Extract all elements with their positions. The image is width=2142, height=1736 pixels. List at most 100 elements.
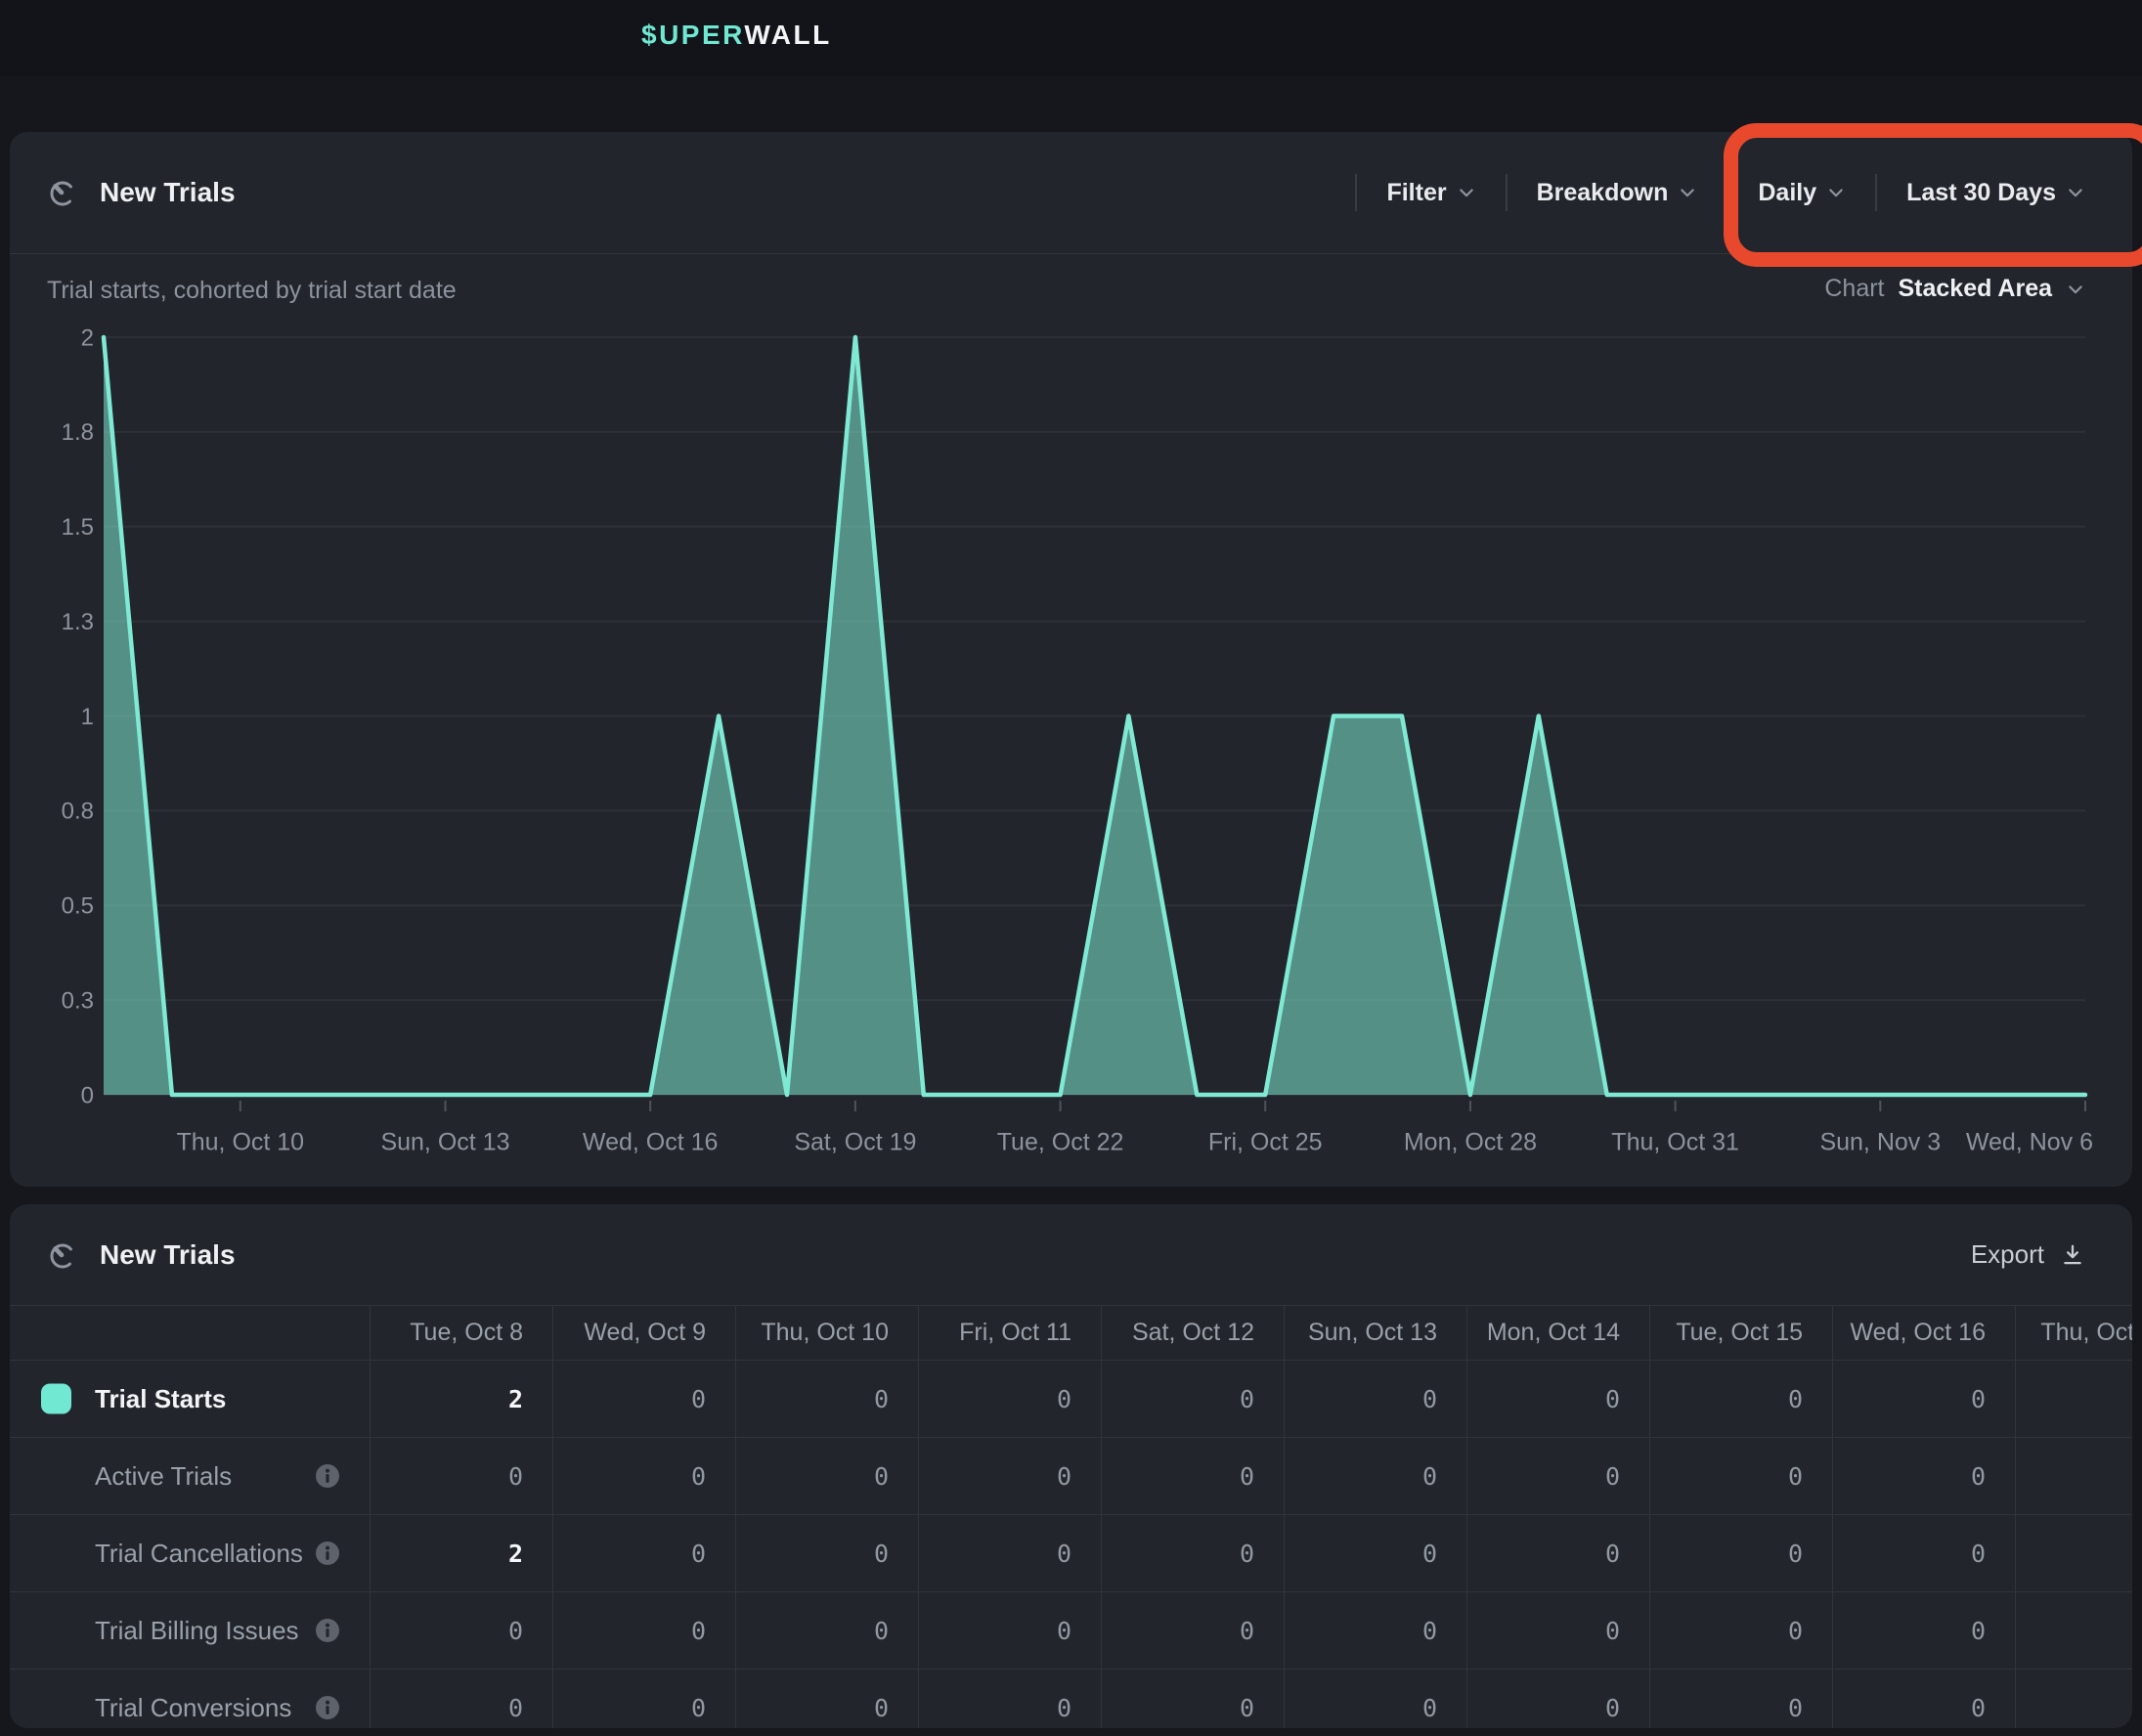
y-axis-tick-label: 0	[81, 1082, 94, 1108]
chevron-down-icon	[2066, 183, 2085, 202]
table-header-cell: Thu, Oct 17	[2016, 1306, 2132, 1360]
table-row: Trial Billing Issues000000000	[10, 1591, 2132, 1669]
new-trials-table: Tue, Oct 8Wed, Oct 9Thu, Oct 10Fri, Oct …	[10, 1305, 2132, 1728]
table-row: Trial Cancellations200000000	[10, 1514, 2132, 1591]
x-axis-tick-label: Wed, Nov 6	[1966, 1129, 2093, 1156]
toolbar-divider	[1506, 174, 1508, 211]
table-cell: 0	[736, 1515, 919, 1591]
table-header-row: Tue, Oct 8Wed, Oct 9Thu, Oct 10Fri, Oct …	[10, 1305, 2132, 1360]
table-cell: 0	[1650, 1670, 1833, 1728]
date-range-button-label: Last 30 Days	[1906, 179, 2056, 207]
breakdown-button-label: Breakdown	[1537, 179, 1669, 207]
table-cell: 0	[553, 1592, 736, 1669]
table-cell: 0	[736, 1592, 919, 1669]
export-button[interactable]: Export	[1971, 1239, 2132, 1270]
table-cell: 0	[1285, 1361, 1467, 1437]
table-cell: 0	[1650, 1592, 1833, 1669]
brand-logo-secondary: WALL	[744, 20, 831, 50]
x-axis-tick-label: Mon, Oct 28	[1404, 1129, 1537, 1156]
chart-card-title: New Trials	[100, 177, 236, 208]
breakdown-button[interactable]: Breakdown	[1537, 179, 1698, 207]
table-cell: 0	[919, 1670, 1102, 1728]
table-cell	[2016, 1670, 2132, 1728]
table-header-cell: Wed, Oct 16	[1833, 1306, 2016, 1360]
table-cell: 0	[919, 1515, 1102, 1591]
x-axis-tick-label: Tue, Oct 22	[997, 1129, 1124, 1156]
table-header-cell: Tue, Oct 8	[371, 1306, 553, 1360]
info-icon[interactable]	[315, 1618, 340, 1643]
row-label-cell: Trial Billing Issues	[10, 1592, 371, 1669]
table-header-cell: Wed, Oct 9	[553, 1306, 736, 1360]
row-label: Active Trials	[95, 1461, 232, 1492]
table-cell: 0	[1285, 1515, 1467, 1591]
y-axis-tick-label: 2	[81, 325, 94, 351]
chevron-down-icon	[1826, 183, 1846, 202]
top-bar: $UPERWALL	[0, 0, 2142, 76]
x-axis-tick-label: Sun, Oct 13	[380, 1129, 509, 1156]
granularity-button[interactable]: Daily	[1758, 179, 1846, 207]
table-cell: 0	[553, 1515, 736, 1591]
y-axis-tick-label: 0.5	[62, 893, 94, 920]
x-axis-tick-label: Sat, Oct 19	[794, 1129, 916, 1156]
table-cell: 0	[553, 1361, 736, 1437]
table-cell: 0	[1467, 1361, 1650, 1437]
table-cell: 0	[1650, 1515, 1833, 1591]
table-cell: 0	[553, 1438, 736, 1514]
table-header-cell: Tue, Oct 15	[1650, 1306, 1833, 1360]
table-cell: 0	[1833, 1438, 2016, 1514]
info-icon[interactable]	[315, 1541, 340, 1566]
toolbar-divider	[1355, 174, 1357, 211]
brand-logo: $UPERWALL	[641, 20, 832, 51]
info-icon[interactable]	[315, 1695, 340, 1720]
chevron-down-icon	[1457, 183, 1476, 202]
table-header-cell: Mon, Oct 14	[1467, 1306, 1650, 1360]
table-cell: 0	[1650, 1361, 1833, 1437]
table-row: Trial Starts200000000	[10, 1360, 2132, 1437]
table-cell: 0	[1833, 1670, 2016, 1728]
table-cell: 0	[1102, 1592, 1285, 1669]
table-cell	[2016, 1361, 2132, 1437]
table-cell: 0	[919, 1592, 1102, 1669]
y-axis-tick-label: 0.8	[62, 799, 94, 825]
chart-subtitle: Trial starts, cohorted by trial start da…	[47, 277, 457, 305]
y-axis-tick-label: 0.3	[62, 987, 94, 1014]
table-cell: 0	[1285, 1670, 1467, 1728]
table-cell: 0	[1833, 1592, 2016, 1669]
row-label: Trial Cancellations	[95, 1539, 303, 1569]
brand-logo-primary: $UPER	[641, 20, 744, 50]
toolbar-divider	[1727, 174, 1728, 211]
table-cell: 0	[1833, 1361, 2016, 1437]
table-header-cell: Sun, Oct 13	[1285, 1306, 1467, 1360]
table-card-header: New Trials Export	[10, 1204, 2132, 1305]
chart-type-selector[interactable]: Chart Stacked Area	[1824, 275, 2085, 303]
row-label: Trial Starts	[95, 1384, 226, 1414]
export-button-label: Export	[1971, 1239, 2044, 1270]
table-cell: 0	[1650, 1438, 1833, 1514]
chevron-down-icon	[1678, 183, 1697, 202]
row-label-cell: Trial Cancellations	[10, 1515, 371, 1591]
table-cell: 0	[1102, 1361, 1285, 1437]
table-cell: 0	[1467, 1515, 1650, 1591]
table-header-cell: Sat, Oct 12	[1102, 1306, 1285, 1360]
filter-button-label: Filter	[1386, 179, 1446, 207]
table-cell: 0	[1285, 1592, 1467, 1669]
filter-button[interactable]: Filter	[1386, 179, 1475, 207]
y-axis-tick-label: 1.8	[62, 419, 94, 446]
x-axis-tick-label: Fri, Oct 25	[1208, 1129, 1323, 1156]
table-cell: 0	[371, 1670, 553, 1728]
table-row: Trial Conversions000000000	[10, 1669, 2132, 1728]
row-label-cell: Trial Conversions	[10, 1670, 371, 1728]
date-range-button[interactable]: Last 30 Days	[1906, 179, 2085, 207]
table-cell: 2	[371, 1515, 553, 1591]
new-trials-table-card: New Trials Export Tue, Oct 8Wed, Oct 9Th…	[10, 1204, 2132, 1728]
table-cell: 0	[1467, 1670, 1650, 1728]
table-cell: 0	[1467, 1438, 1650, 1514]
new-trials-chart-card: 21.81.51.310.80.50.30Thu, Oct 10Sun, Oct…	[10, 132, 2132, 1187]
row-label: Trial Billing Issues	[95, 1616, 299, 1646]
table-cell: 0	[371, 1438, 553, 1514]
table-cell: 0	[553, 1670, 736, 1728]
table-cell: 0	[1102, 1515, 1285, 1591]
y-axis-tick-label: 1.3	[62, 609, 94, 635]
info-icon[interactable]	[315, 1463, 340, 1489]
timer-icon	[47, 177, 78, 208]
